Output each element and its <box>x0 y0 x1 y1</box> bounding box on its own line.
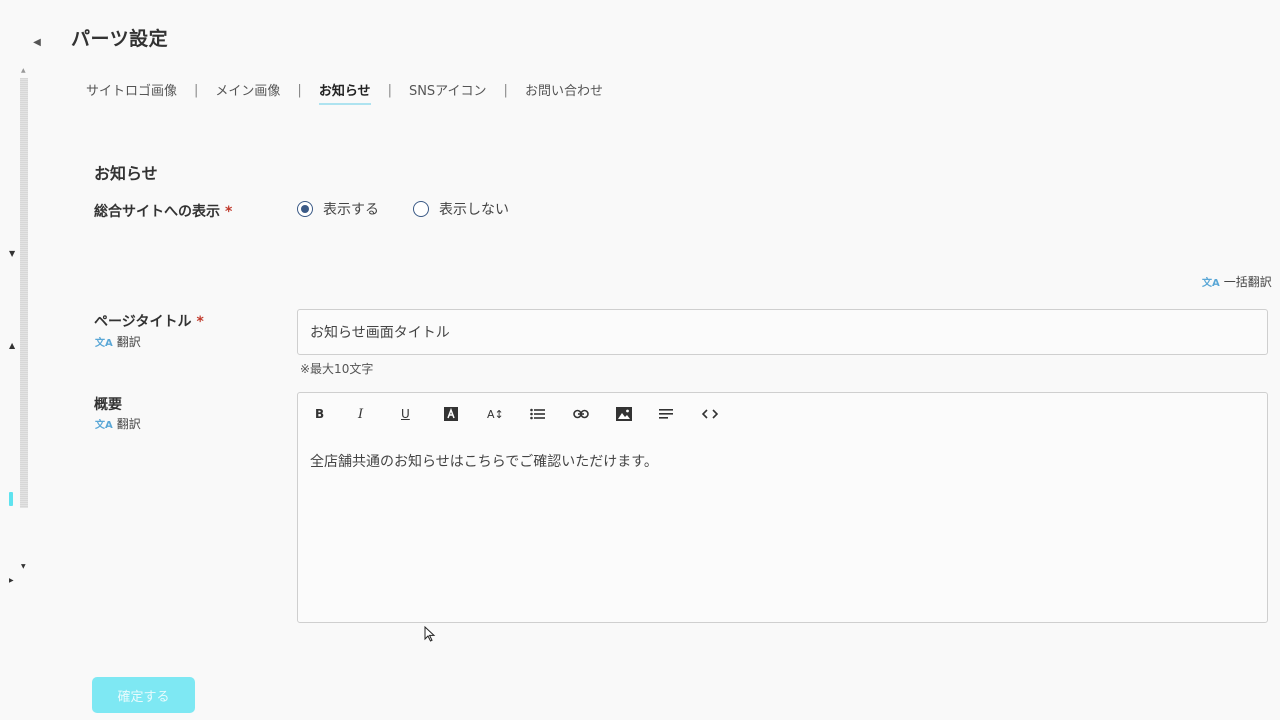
side-scrollbar[interactable]: ▲ <box>9 67 29 510</box>
translate-icon: 文A <box>95 338 113 349</box>
tab-news[interactable]: お知らせ <box>318 80 371 105</box>
tab-separator: | <box>194 83 199 98</box>
bullet-list-button[interactable] <box>523 403 566 425</box>
page-title-label-text: ページタイトル <box>94 314 192 330</box>
tab-separator: | <box>503 83 508 98</box>
editor-content[interactable]: 全店舗共通のお知らせはこちらでご確認いただけます。 <box>310 451 658 471</box>
caret-down-small-icon[interactable]: ▼ <box>21 563 26 570</box>
align-left-icon <box>659 409 673 419</box>
caret-up-icon[interactable]: ▲ <box>9 341 15 350</box>
bold-icon: B <box>315 407 325 421</box>
radio-hide[interactable]: 表示しない <box>413 199 509 219</box>
radio-show-label: 表示する <box>323 202 379 218</box>
translate-icon: 文A <box>1202 278 1220 289</box>
tab-bar: サイトロゴ画像 | メイン画像 | お知らせ | SNSアイコン | お問い合わ… <box>86 80 603 105</box>
radio-button-unchecked[interactable] <box>413 201 429 217</box>
link-icon <box>573 409 589 419</box>
tab-sns-icon[interactable]: SNSアイコン <box>409 80 487 105</box>
translate-label: 翻訳 <box>116 335 141 349</box>
scroll-up-icon: ▲ <box>21 67 26 74</box>
translate-icon: 文A <box>95 420 113 431</box>
radio-show[interactable]: 表示する <box>297 199 379 219</box>
editor-toolbar: B I U A↕ <box>308 403 738 425</box>
image-button[interactable] <box>609 403 652 425</box>
summary-field-label: 概要 <box>94 397 122 413</box>
code-icon <box>702 409 718 419</box>
caret-right-icon[interactable]: ▶ <box>9 577 14 584</box>
required-mark: * <box>196 314 204 330</box>
font-size-icon: A↕ <box>487 407 504 421</box>
tab-main-image[interactable]: メイン画像 <box>215 80 280 105</box>
code-view-button[interactable] <box>695 403 738 425</box>
summary-translate-button[interactable]: 文A 翻訳 <box>95 415 141 432</box>
image-icon <box>616 407 632 421</box>
page-title-hint: ※最大10文字 <box>300 362 374 376</box>
chevron-left-icon: ◀ <box>33 36 41 48</box>
link-button[interactable] <box>566 403 609 425</box>
back-button[interactable]: ◀ <box>30 33 44 51</box>
italic-button[interactable]: I <box>351 403 394 425</box>
bold-button[interactable]: B <box>308 403 351 425</box>
font-size-button[interactable]: A↕ <box>480 403 523 425</box>
display-setting-label: 総合サイトへの表示 * <box>94 201 232 221</box>
display-setting-label-text: 総合サイトへの表示 <box>94 204 220 220</box>
scroll-track[interactable] <box>20 78 28 508</box>
page-title: パーツ設定 <box>71 28 169 50</box>
tab-site-logo[interactable]: サイトロゴ画像 <box>86 80 177 105</box>
scroll-position-marker <box>9 492 13 506</box>
text-color-icon <box>444 407 458 421</box>
bulk-translate-button[interactable]: 文A 一括翻訳 <box>1202 273 1272 290</box>
bullet-list-icon <box>530 408 545 420</box>
confirm-button[interactable]: 確定する <box>92 677 195 713</box>
bulk-translate-label: 一括翻訳 <box>1223 275 1272 289</box>
tab-contact[interactable]: お問い合わせ <box>525 80 603 105</box>
page-title-translate-button[interactable]: 文A 翻訳 <box>95 333 141 350</box>
underline-icon: U <box>401 407 410 421</box>
tab-separator: | <box>297 83 302 98</box>
caret-down-icon[interactable]: ▼ <box>9 249 15 258</box>
required-mark: * <box>225 204 233 220</box>
underline-button[interactable]: U <box>394 403 437 425</box>
display-radio-group: 表示する 表示しない <box>297 199 543 219</box>
page-title-field-label: ページタイトル * <box>94 311 204 331</box>
radio-button-checked[interactable] <box>297 201 313 217</box>
tab-separator: | <box>387 83 392 98</box>
translate-label: 翻訳 <box>116 417 141 431</box>
italic-icon: I <box>358 406 364 422</box>
mouse-cursor-icon <box>424 626 436 642</box>
summary-rich-text-editor[interactable]: B I U A↕ 全店舗共通のお知らせはこちらでご確認いただけます。 <box>297 392 1268 623</box>
text-color-button[interactable] <box>437 403 480 425</box>
radio-hide-label: 表示しない <box>439 202 509 218</box>
page-title-input[interactable] <box>297 309 1268 355</box>
align-button[interactable] <box>652 403 695 425</box>
section-title: お知らせ <box>94 164 158 183</box>
